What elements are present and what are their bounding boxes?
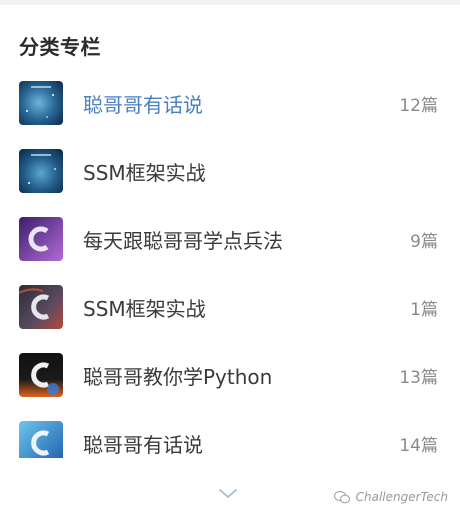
watermark: ChallengerTech bbox=[333, 490, 448, 504]
column-item[interactable]: SSM框架实战 bbox=[0, 136, 460, 204]
column-item[interactable]: 聪哥哥有话说 14篇 bbox=[0, 408, 460, 458]
watermark-text: ChallengerTech bbox=[355, 490, 448, 504]
column-name: SSM框架实战 bbox=[83, 161, 206, 185]
article-count: 12篇 bbox=[399, 96, 438, 116]
c-logo-orange-icon bbox=[19, 353, 63, 397]
article-count: 14篇 bbox=[399, 436, 438, 456]
space-icon bbox=[19, 81, 63, 125]
column-item[interactable]: SSM框架实战 1篇 bbox=[0, 272, 460, 340]
column-name: 每天跟聪哥哥学点兵法 bbox=[83, 229, 283, 253]
article-count: 1篇 bbox=[410, 300, 438, 320]
c-logo-blue-icon bbox=[19, 421, 63, 458]
c-logo-red-icon bbox=[19, 285, 63, 329]
wechat-icon bbox=[333, 490, 350, 504]
section-title: 分类专栏 bbox=[19, 35, 101, 59]
column-item[interactable]: 聪哥哥有话说 12篇 bbox=[0, 68, 460, 136]
article-count: 13篇 bbox=[399, 368, 438, 388]
chevron-down-icon[interactable] bbox=[217, 486, 239, 500]
column-item[interactable]: 每天跟聪哥哥学点兵法 9篇 bbox=[0, 204, 460, 272]
column-list: 聪哥哥有话说 12篇 SSM框架实战 每天跟聪哥哥学点兵法 9篇 SSM框架实战… bbox=[0, 68, 460, 458]
top-divider bbox=[0, 0, 460, 5]
column-name: 聪哥哥教你学Python bbox=[83, 365, 273, 389]
article-count: 9篇 bbox=[410, 232, 438, 252]
column-name: 聪哥哥有话说 bbox=[83, 433, 203, 457]
space-icon bbox=[19, 149, 63, 193]
column-item[interactable]: 聪哥哥教你学Python 13篇 bbox=[0, 340, 460, 408]
column-name: 聪哥哥有话说 bbox=[83, 93, 203, 117]
c-logo-purple-icon bbox=[19, 217, 63, 261]
column-name: SSM框架实战 bbox=[83, 297, 206, 321]
